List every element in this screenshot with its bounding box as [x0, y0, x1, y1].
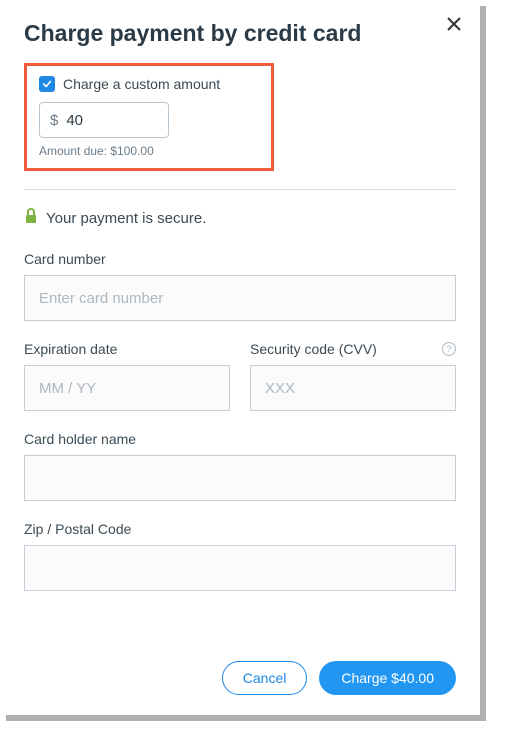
custom-amount-label: Charge a custom amount — [63, 76, 220, 92]
expiry-cvv-row: Expiration date Security code (CVV) ? — [24, 341, 456, 411]
secure-row: Your payment is secure. — [24, 208, 456, 229]
lock-icon — [24, 208, 38, 229]
expiration-group: Expiration date — [24, 341, 230, 411]
cvv-input[interactable] — [250, 365, 456, 411]
secure-text: Your payment is secure. — [46, 210, 206, 227]
modal-footer: Cancel Charge $40.00 — [222, 661, 456, 695]
amount-input[interactable] — [66, 112, 146, 129]
zip-label: Zip / Postal Code — [24, 521, 456, 537]
charge-button[interactable]: Charge $40.00 — [319, 661, 456, 695]
cvv-group: Security code (CVV) ? — [250, 341, 456, 411]
cvv-label: Security code (CVV) — [250, 341, 377, 357]
close-icon[interactable] — [446, 14, 462, 36]
expiration-input[interactable] — [24, 365, 230, 411]
custom-amount-checkbox[interactable] — [39, 76, 55, 92]
cancel-button[interactable]: Cancel — [222, 661, 308, 695]
card-holder-input[interactable] — [24, 455, 456, 501]
card-number-input[interactable] — [24, 275, 456, 321]
card-number-group: Card number — [24, 251, 456, 321]
zip-group: Zip / Postal Code — [24, 521, 456, 591]
payment-modal: Charge payment by credit card Charge a c… — [0, 0, 480, 715]
currency-symbol: $ — [50, 112, 58, 129]
divider — [24, 189, 456, 190]
card-holder-label: Card holder name — [24, 431, 456, 447]
custom-amount-section: Charge a custom amount $ Amount due: $10… — [24, 63, 274, 171]
card-holder-group: Card holder name — [24, 431, 456, 501]
modal-title: Charge payment by credit card — [24, 20, 456, 47]
custom-amount-checkbox-row: Charge a custom amount — [39, 76, 259, 92]
card-number-label: Card number — [24, 251, 456, 267]
help-icon[interactable]: ? — [442, 342, 456, 356]
expiration-label: Expiration date — [24, 341, 230, 357]
amount-input-wrap: $ — [39, 102, 169, 138]
amount-due-text: Amount due: $100.00 — [39, 144, 259, 158]
zip-input[interactable] — [24, 545, 456, 591]
